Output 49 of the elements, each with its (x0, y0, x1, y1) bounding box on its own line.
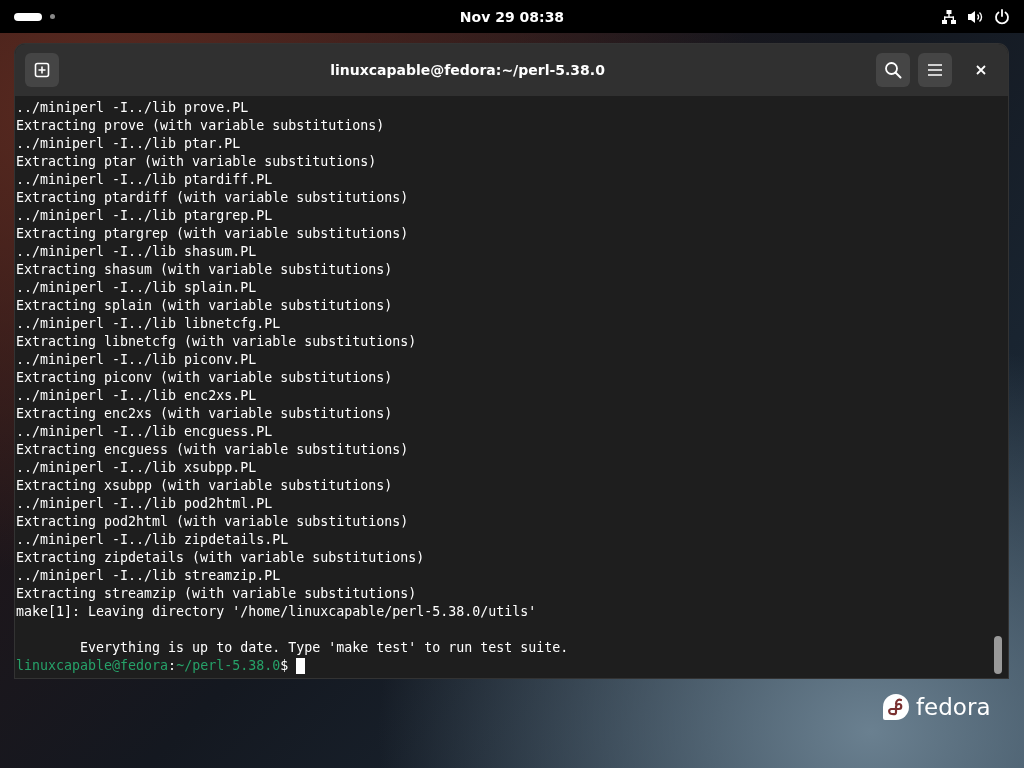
terminal-line: ../miniperl -I../lib prove.PL (16, 99, 250, 117)
terminal-line: ../miniperl -I../lib splain.PL (16, 279, 258, 297)
terminal-line: ../miniperl -I../lib ptardiff.PL (16, 171, 274, 189)
text-cursor (296, 658, 306, 674)
search-icon (884, 61, 902, 79)
terminal-line: ../miniperl -I../lib ptargrep.PL (16, 207, 274, 225)
new-tab-button[interactable] (25, 53, 59, 87)
terminal-line: ../miniperl -I../lib zipdetails.PL (16, 531, 290, 549)
clock[interactable]: Nov 29 08:38 (459, 8, 565, 25)
terminal-line: ../miniperl -I../lib encguess.PL (16, 423, 274, 441)
terminal-line: Extracting ptargrep (with variable substitutions) (16, 225, 410, 243)
terminal-line: ../miniperl -I../lib shasum.PL (16, 243, 258, 261)
terminal-line: Extracting encguess (with variable substitutions) (16, 441, 410, 459)
window-title: linuxcapable@fedora:~/perl-5.38.0 (329, 62, 606, 78)
terminal-line: Extracting streamzip (with variable substitutions) (16, 585, 418, 603)
power-icon[interactable] (994, 8, 1010, 25)
terminal-line: Extracting zipdetails (with variable substitutions) (16, 549, 426, 567)
terminal-line: ../miniperl -I../lib streamzip.PL (16, 567, 282, 585)
terminal-line: ../miniperl -I../lib piconv.PL (16, 351, 258, 369)
terminal-line: Extracting ptar (with variable substitutions) (16, 153, 378, 171)
terminal-line: ../miniperl -I../lib ptar.PL (16, 135, 242, 153)
workspace-indicator[interactable] (14, 12, 42, 21)
terminal-line: Extracting shasum (with variable substitutions) (16, 261, 394, 279)
workspace-dot[interactable] (50, 14, 55, 19)
volume-icon[interactable] (967, 8, 984, 25)
close-icon (976, 65, 986, 75)
terminal-line: ../miniperl -I../lib pod2html.PL (16, 495, 274, 513)
terminal-line: Everything is up to date. Type 'make test' to run test suite. (79, 639, 570, 657)
terminal-line: Extracting enc2xs (with variable substitutions) (16, 405, 394, 423)
shell-prompt: linuxcapable@fedora:~/perl-5.38.0$ (16, 657, 289, 675)
terminal-line: Extracting libnetcfg (with variable substitutions) (16, 333, 418, 351)
terminal-line: ../miniperl -I../lib enc2xs.PL (16, 387, 258, 405)
terminal-line: Extracting prove (with variable substitutions) (16, 117, 386, 135)
terminal-line: Extracting splain (with variable substitutions) (16, 297, 394, 315)
plus-box-icon (34, 62, 50, 78)
terminal-line: Extracting pod2html (with variable substitutions) (16, 513, 410, 531)
fedora-logo-text: fedora (916, 694, 991, 720)
network-icon[interactable] (941, 8, 957, 25)
terminal-line: ../miniperl -I../lib libnetcfg.PL (16, 315, 282, 333)
terminal-line: Extracting piconv (with variable substitutions) (16, 369, 394, 387)
terminal-line: Extracting xsubpp (with variable substitutions) (16, 477, 394, 495)
search-button[interactable] (876, 53, 910, 87)
menu-icon (927, 63, 943, 77)
terminal-line: make[1]: Leaving directory '/home/linuxcapable/perl-5.38.0/utils' (16, 603, 538, 621)
terminal-line: Extracting ptardiff (with variable substitutions) (16, 189, 410, 207)
menu-button[interactable] (918, 53, 952, 87)
scrollbar-thumb[interactable] (994, 636, 1002, 674)
terminal-line: ../miniperl -I../lib xsubpp.PL (16, 459, 258, 477)
fedora-logo-icon (883, 694, 909, 720)
